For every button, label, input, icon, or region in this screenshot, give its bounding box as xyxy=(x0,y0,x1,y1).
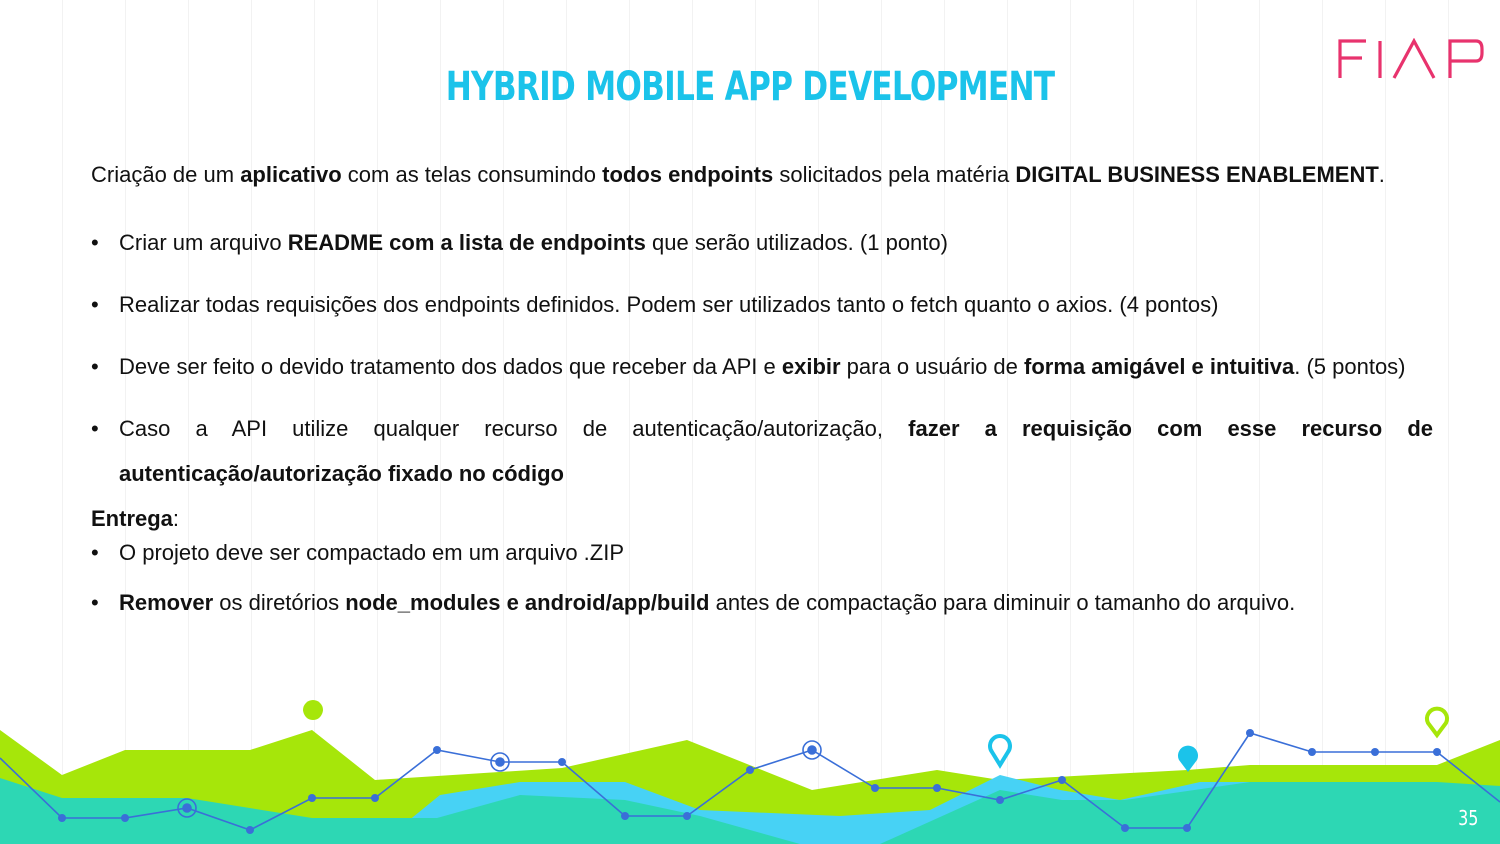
list-item: Caso a API utilize qualquer recurso de a… xyxy=(91,406,1433,496)
item-bold: exibir xyxy=(781,354,841,379)
intro-text: solicitados pela matéria xyxy=(773,162,1016,187)
map-pin-icon xyxy=(303,700,1449,772)
intro-bold: aplicativo xyxy=(240,162,342,187)
intro-paragraph: Criação de um aplicativo com as telas co… xyxy=(91,158,1433,192)
item-bold: node_modules e android/app/build xyxy=(345,590,710,615)
intro-bold: DIGITAL BUSINESS ENABLEMENT xyxy=(1015,162,1379,187)
item-text: Criar um arquivo xyxy=(119,230,288,255)
slide-title: HYBRID MOBILE APP DEVELOPMENT xyxy=(445,64,1055,110)
list-item: Criar um arquivo README com a lista de e… xyxy=(91,220,1433,265)
item-bold: README com a lista de endpoints xyxy=(287,230,646,255)
delivery-colon: : xyxy=(172,506,180,531)
fiap-logo xyxy=(1338,38,1484,79)
list-item: Realizar todas requisições dos endpoints… xyxy=(91,282,1433,327)
list-item: Remover os diretórios node_modules e and… xyxy=(91,586,1433,620)
item-text: Deve ser feito o devido tratamento dos d… xyxy=(119,354,782,379)
item-text: . (5 pontos) xyxy=(1294,354,1406,379)
list-item: O projeto deve ser compactado em um arqu… xyxy=(91,536,1433,570)
item-bold: forma amigável e intuitiva xyxy=(1024,354,1295,379)
intro-text: Criação de um xyxy=(91,162,241,187)
list-item: Deve ser feito o devido tratamento dos d… xyxy=(91,344,1433,389)
item-text: os diretórios xyxy=(213,590,346,615)
item-text: para o usuário de xyxy=(840,354,1025,379)
item-text: que serão utilizados. (1 ponto) xyxy=(645,230,948,255)
item-text: O projeto deve ser compactado em um arqu… xyxy=(119,540,625,565)
intro-text: . xyxy=(1378,162,1385,187)
item-text: antes de compactação para diminuir o tam… xyxy=(709,590,1296,615)
requirements-list: Criar um arquivo README com a lista de e… xyxy=(91,220,1433,496)
intro-text: com as telas consumindo xyxy=(341,162,603,187)
intro-bold: todos endpoints xyxy=(602,162,774,187)
footer-decoration xyxy=(0,700,1500,844)
item-text: Caso a API utilize qualquer recurso de a… xyxy=(119,416,909,441)
delivery-heading: Entrega: xyxy=(91,502,1433,536)
item-text: Realizar todas requisições dos endpoints… xyxy=(119,292,1219,317)
slide-content: Criação de um aplicativo com as telas co… xyxy=(91,158,1433,636)
item-bold: Remover xyxy=(119,590,214,615)
delivery-label: Entrega xyxy=(91,506,173,531)
page-number: 35 xyxy=(1457,806,1478,830)
delivery-list: O projeto deve ser compactado em um arqu… xyxy=(91,536,1433,620)
